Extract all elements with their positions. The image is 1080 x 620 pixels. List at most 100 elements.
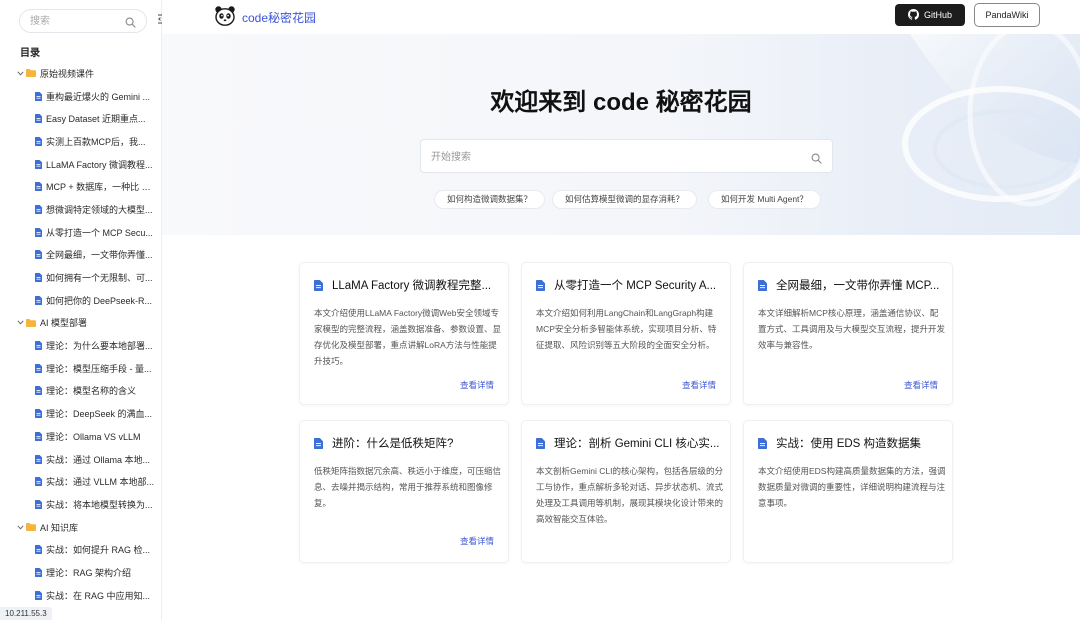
document-icon — [35, 341, 42, 351]
document-icon — [35, 295, 42, 305]
tree-doc[interactable]: LLaMA Factory 微调教程... — [0, 153, 161, 176]
document-icon — [35, 227, 42, 237]
card-header: 理论：剖析 Gemini CLI 核心实... — [536, 435, 722, 451]
tree-doc-label: 重构最近爆火的 Gemini ... — [46, 91, 151, 102]
tree-doc[interactable]: Easy Dataset 近期重点... — [0, 107, 161, 130]
tree-doc[interactable]: 理论：为什么要本地部署... — [0, 334, 161, 357]
card-description: 本文介绍使用EDS构建高质量数据集的方法，强调数据质量对微调的重要性，详细说明构… — [758, 466, 946, 508]
view-details-link[interactable]: 查看详情 — [460, 379, 494, 391]
brand-name[interactable]: code秘密花园 — [242, 9, 316, 26]
tree-doc-label: 实战：如何提升 RAG 检... — [46, 545, 151, 556]
article-card[interactable]: 实战：使用 EDS 构造数据集本文介绍使用EDS构建高质量数据集的方法，强调数据… — [743, 420, 953, 563]
tree-doc[interactable]: 重构最近爆火的 Gemini ... — [0, 85, 161, 108]
document-icon — [314, 279, 323, 291]
tree-doc[interactable]: 全网最细，一文带你弄懂... — [0, 244, 161, 267]
card-description: 本文剖析Gemini CLI的核心架构，包括各层级的分工与协作，重点解析多轮对话… — [536, 466, 724, 524]
tree-doc-label: 理论：Ollama VS vLLM — [46, 431, 141, 442]
tree-doc-label: 实战：在 RAG 中应用知... — [46, 590, 151, 601]
card-title[interactable]: 实战：使用 EDS 构造数据集 — [776, 435, 921, 451]
card-title[interactable]: 进阶：什么是低秩矩阵? — [332, 435, 453, 451]
card-description: 本文介绍如何利用LangChain和LangGraph构建MCP安全分析多智能体… — [536, 308, 717, 350]
tree-doc[interactable]: 实战：将本地模型转换为... — [0, 493, 161, 516]
article-card[interactable]: 全网最细，一文带你弄懂 MCP... 本文详细解析MCP核心原理，涵盖通信协议、配… — [743, 262, 953, 405]
sidebar-search[interactable] — [19, 9, 147, 33]
tree-doc[interactable]: 实战：在 RAG 中应用知... — [0, 584, 161, 607]
card-header: 全网最细，一文带你弄懂 MCP... — [758, 277, 944, 293]
hint-chip[interactable]: 如何开发 Multi Agent？ — [708, 190, 821, 209]
tree-doc[interactable]: MCP + 数据库，一种比 R... — [0, 175, 161, 198]
doc-tree: 原始视频课件重构最近爆火的 Gemini ... Easy Dataset 近期重… — [0, 62, 161, 607]
tree-folder[interactable]: AI 模型部署 — [0, 312, 161, 335]
ip-badge: 10.211.55.3 — [0, 607, 52, 620]
view-details-link[interactable]: 查看详情 — [904, 379, 938, 391]
document-icon — [35, 114, 42, 124]
tree-doc-label: 实战：通过 Ollama 本地... — [46, 454, 151, 465]
card-title[interactable]: 理论：剖析 Gemini CLI 核心实... — [554, 435, 720, 451]
document-icon — [35, 136, 42, 146]
search-icon[interactable] — [811, 151, 822, 169]
article-card[interactable]: LLaMA Factory 微调教程完整... 本文介绍使用LLaMA Facto… — [299, 262, 509, 405]
tree-doc[interactable]: 想微调特定领域的大模型... — [0, 198, 161, 221]
document-icon — [35, 545, 42, 555]
panda-logo-icon[interactable] — [214, 5, 236, 27]
hint-chip[interactable]: 如何估算模型微调的显存消耗？ — [552, 190, 698, 209]
tree-doc[interactable]: 如何把你的 DeePseek-R... — [0, 289, 161, 312]
tree-doc[interactable]: 从零打造一个 MCP Secu... — [0, 221, 161, 244]
tree-doc[interactable]: 实战：如何提升 RAG 检... — [0, 538, 161, 561]
document-icon — [758, 437, 767, 449]
article-card[interactable]: 理论：剖析 Gemini CLI 核心实... 本文剖析Gemini CLI的核心… — [521, 420, 731, 563]
tree-doc-label: LLaMA Factory 微调教程... — [46, 159, 153, 170]
tree-doc-label: 实战：将本地模型转换为... — [46, 499, 153, 510]
tree-doc[interactable]: 实测上百款MCP后，我... — [0, 130, 161, 153]
tree-doc[interactable]: 理论：模型名称的含义 — [0, 380, 161, 403]
card-title[interactable]: LLaMA Factory 微调教程完整... — [332, 277, 491, 293]
article-card[interactable]: 进阶：什么是低秩矩阵? 低秩矩阵指数据冗余高、秩远小于维度，可压缩信息、去噪并揭示… — [299, 420, 509, 563]
folder-icon — [26, 69, 36, 78]
card-title[interactable]: 从零打造一个 MCP Security A... — [554, 277, 716, 293]
hero-search-input[interactable] — [431, 149, 791, 165]
tree-doc[interactable]: 理论：DeepSeek 的满血... — [0, 402, 161, 425]
card-header: 从零打造一个 MCP Security A... — [536, 277, 722, 293]
tree-doc-label: 理论：模型压缩手段 - 量... — [46, 363, 152, 374]
document-icon — [536, 437, 545, 449]
document-icon — [35, 91, 42, 101]
chevron-down-icon[interactable] — [17, 525, 24, 530]
chevron-down-icon[interactable] — [17, 71, 24, 76]
tree-doc[interactable]: 理论：RAG 架构介绍 — [0, 561, 161, 584]
sidebar-search-input[interactable] — [30, 14, 120, 29]
tree-doc[interactable]: 理论：模型压缩手段 - 量... — [0, 357, 161, 380]
pandawiki-button[interactable]: PandaWiki — [974, 3, 1040, 27]
document-icon — [536, 279, 545, 291]
card-description: 本文详细解析MCP核心原理，涵盖通信协议、配置方式、工具调用及与大模型交互流程，… — [758, 308, 946, 350]
document-icon — [35, 204, 42, 214]
document-icon — [314, 437, 323, 449]
view-details-link[interactable]: 查看详情 — [682, 379, 716, 391]
document-icon — [35, 182, 42, 192]
tree-doc-label: 如何拥有一个无限制、可... — [46, 273, 153, 284]
document-icon — [35, 409, 42, 419]
folder-icon — [26, 523, 36, 532]
github-icon — [907, 8, 919, 22]
tree-doc[interactable]: 如何拥有一个无限制、可... — [0, 266, 161, 289]
tree-doc[interactable]: 理论：Ollama VS vLLM — [0, 425, 161, 448]
hint-chip[interactable]: 如何构造微调数据集？ — [434, 190, 546, 209]
document-icon — [35, 499, 42, 509]
tree-doc-label: 理论：DeepSeek 的满血... — [46, 409, 153, 420]
document-icon — [35, 431, 42, 441]
card-title[interactable]: 全网最细，一文带你弄懂 MCP... — [776, 277, 939, 293]
search-icon[interactable] — [125, 15, 136, 33]
chevron-down-icon[interactable] — [17, 320, 24, 325]
github-button[interactable]: GitHub — [895, 4, 965, 26]
article-card[interactable]: 从零打造一个 MCP Security A... 本文介绍如何利用LangChai… — [521, 262, 731, 405]
tree-folder-label: 原始视频课件 — [40, 68, 95, 79]
sidebar: 目录 原始视频课件重构最近爆火的 Gemini ... Easy Dataset … — [0, 0, 162, 620]
tree-folder[interactable]: 原始视频课件 — [0, 62, 161, 85]
tree-folder[interactable]: AI 知识库 — [0, 516, 161, 539]
top-bar: code秘密花园 GitHub PandaWiki — [162, 0, 1080, 34]
tree-doc[interactable]: 实战：通过 VLLM 本地部... — [0, 470, 161, 493]
card-description: 低秩矩阵指数据冗余高、秩远小于维度，可压缩信息、去噪并揭示结构，常用于推荐系统和… — [314, 466, 502, 508]
tree-doc[interactable]: 实战：通过 Ollama 本地... — [0, 448, 161, 471]
view-details-link[interactable]: 查看详情 — [460, 535, 494, 547]
tree-doc-label: Easy Dataset 近期重点... — [46, 114, 146, 125]
hero-search[interactable] — [420, 139, 833, 173]
